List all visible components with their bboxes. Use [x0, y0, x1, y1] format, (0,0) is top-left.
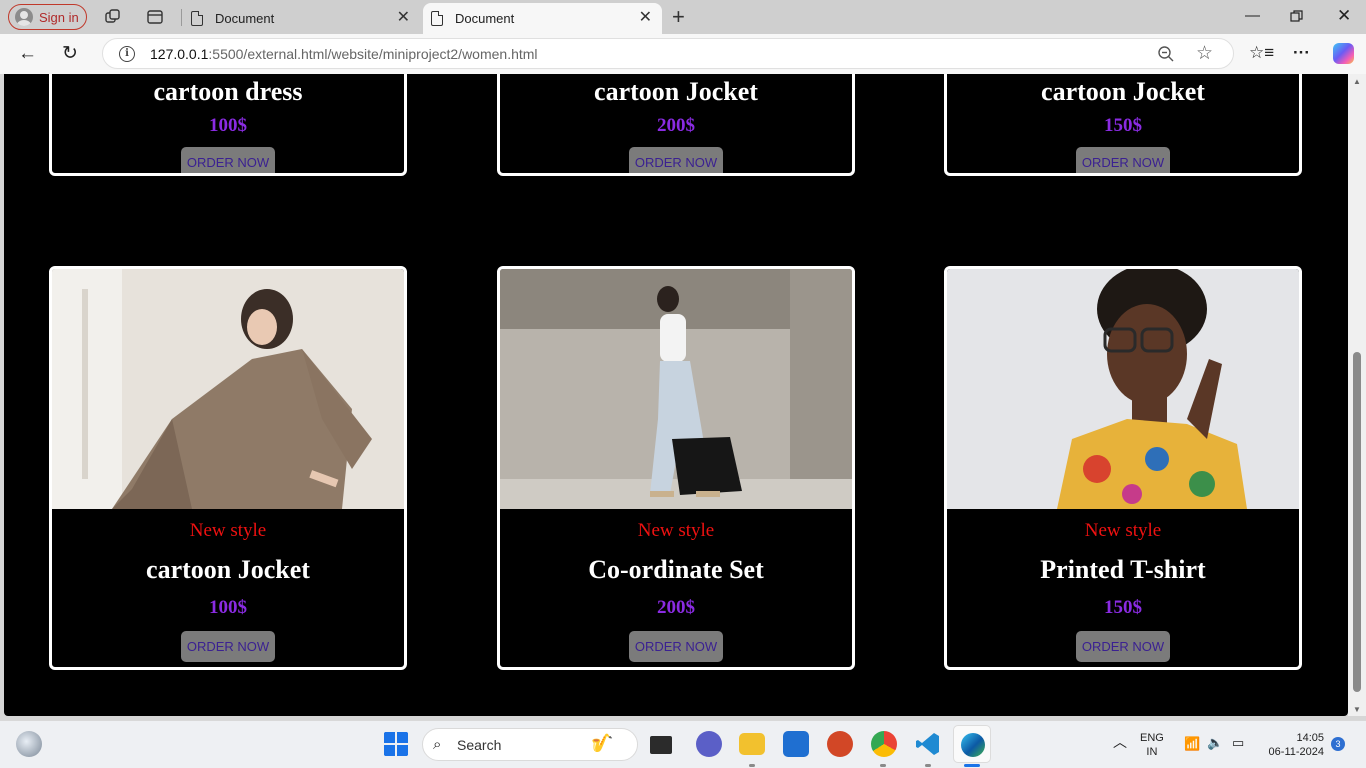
product-tag: New style — [189, 520, 267, 541]
product-photo-woman-with-glasses — [947, 269, 1299, 509]
chrome-icon[interactable] — [871, 731, 897, 757]
order-now-button[interactable]: ORDER NOW — [1076, 147, 1170, 173]
product-price: 150$ — [1104, 115, 1142, 136]
notification-badge[interactable]: 3 — [1331, 737, 1345, 751]
product-tag: New style — [637, 520, 715, 541]
product-name: Printed T-shirt — [1040, 555, 1206, 584]
product-tag: New style — [1084, 520, 1162, 541]
close-window-button[interactable]: ✕ — [1337, 6, 1351, 26]
product-price: 100$ — [209, 115, 247, 136]
workspaces-icon[interactable] — [104, 8, 122, 26]
search-icon: ⌕ — [433, 736, 442, 753]
product-card: cartoon Jocket 150$ ORDER NOW — [944, 74, 1302, 176]
order-now-button[interactable]: ORDER NOW — [181, 631, 275, 662]
scroll-thumb[interactable] — [1353, 352, 1361, 692]
clock[interactable]: 14:05 06-11-2024 — [1262, 731, 1324, 759]
scroll-down-icon[interactable]: ▼ — [1353, 705, 1361, 714]
url-text[interactable]: 127.0.0.1:5500/external.html/website/min… — [150, 46, 538, 62]
product-name: Co-ordinate Set — [588, 555, 764, 584]
tab-document-2[interactable]: Document ✕ — [423, 3, 662, 34]
windows-start-icon[interactable] — [383, 731, 409, 757]
minimize-button[interactable]: — — [1245, 6, 1260, 26]
running-indicator — [749, 764, 755, 767]
page-scrollbar[interactable]: ▲ ▼ — [1348, 74, 1366, 716]
edge-app-active[interactable] — [953, 725, 991, 763]
favorite-star-icon[interactable]: ☆ — [1196, 44, 1213, 63]
product-card: New style Co-ordinate Set 200$ ORDER NOW — [497, 266, 855, 670]
more-menu-icon[interactable]: ··· — [1293, 43, 1310, 63]
back-button[interactable]: ← — [18, 43, 37, 65]
document-icon — [431, 11, 443, 26]
running-indicator — [925, 764, 931, 767]
product-photo-woman-walking-street — [500, 269, 852, 509]
profile-icon — [15, 8, 33, 26]
order-now-button[interactable]: ORDER NOW — [1076, 631, 1170, 662]
product-card: cartoon Jocket 200$ ORDER NOW — [497, 74, 855, 176]
product-price: 150$ — [1104, 597, 1142, 618]
tab-strip: Sign in Document ✕ Document ✕ + — ✕ — [0, 0, 1366, 34]
running-indicator — [880, 764, 886, 767]
tab-separator — [181, 9, 182, 26]
microsoft-store-icon[interactable] — [783, 731, 809, 757]
product-card: cartoon dress 100$ ORDER NOW — [49, 74, 407, 176]
language-indicator[interactable]: ENG IN — [1140, 731, 1164, 759]
taskbar-search[interactable]: ⌕ Search 🎷 — [422, 728, 638, 761]
browser-toolbar: ← ↻ i 127.0.0.1:5500/external.html/websi… — [0, 34, 1366, 74]
taskbar: ⌕ Search 🎷 ︿ ENG IN 📶 🔈 ▭ 14:05 06-11-2024… — [0, 720, 1366, 768]
edge-icon — [961, 733, 985, 757]
product-card: New style cartoon Jocket 100$ ORDER NOW — [49, 266, 407, 670]
close-tab-icon[interactable]: ✕ — [639, 9, 652, 27]
sign-in-button[interactable]: Sign in — [8, 4, 87, 30]
weather-widget-icon[interactable] — [16, 731, 42, 757]
battery-icon[interactable]: ▭ — [1232, 736, 1244, 750]
order-now-button[interactable]: ORDER NOW — [629, 147, 723, 173]
refresh-button[interactable]: ↻ — [62, 43, 78, 65]
product-card: New style Printed T-shirt 150$ ORDER NOW — [944, 266, 1302, 670]
order-now-button[interactable]: ORDER NOW — [629, 631, 723, 662]
search-highlight-icon: 🎷 — [591, 733, 614, 753]
tab-document-1[interactable]: Document ✕ — [183, 3, 420, 34]
close-tab-icon[interactable]: ✕ — [397, 9, 410, 27]
search-placeholder: Search — [457, 737, 502, 753]
product-price: 200$ — [657, 115, 695, 136]
powerpoint-icon[interactable] — [827, 731, 853, 757]
scroll-up-icon[interactable]: ▲ — [1353, 77, 1361, 86]
copilot-icon[interactable] — [1333, 43, 1354, 64]
active-indicator — [964, 764, 980, 767]
teams-chat-icon[interactable] — [696, 731, 722, 757]
product-price: 100$ — [209, 597, 247, 618]
tab-title: Document — [455, 11, 515, 26]
tray-overflow-icon[interactable]: ︿ — [1113, 735, 1127, 749]
order-now-button[interactable]: ORDER NOW — [181, 147, 275, 173]
tab-actions-icon[interactable] — [146, 8, 164, 26]
page-content: cartoon dress 100$ ORDER NOW cartoon Joc… — [4, 74, 1348, 716]
product-name: cartoon Jocket — [1041, 77, 1205, 106]
zoom-out-icon[interactable] — [1157, 45, 1175, 63]
volume-icon[interactable]: 🔈 — [1207, 736, 1223, 750]
product-photo-woman-in-brown-suit — [52, 269, 404, 509]
favorites-icon[interactable]: ☆≡ — [1249, 43, 1274, 63]
address-bar[interactable]: i 127.0.0.1:5500/external.html/website/m… — [102, 38, 1234, 69]
product-name: cartoon Jocket — [146, 555, 310, 584]
file-explorer-icon[interactable] — [739, 733, 765, 755]
vscode-icon[interactable] — [915, 731, 941, 757]
sign-in-label: Sign in — [39, 9, 79, 25]
site-info-icon[interactable]: i — [119, 46, 135, 62]
task-view-icon[interactable] — [650, 736, 672, 754]
tab-title: Document — [215, 11, 275, 26]
new-tab-button[interactable]: + — [672, 3, 685, 31]
product-price: 200$ — [657, 597, 695, 618]
product-name: cartoon dress — [153, 77, 303, 106]
wifi-icon[interactable]: 📶 — [1184, 737, 1200, 751]
document-icon — [191, 11, 203, 26]
product-name: cartoon Jocket — [594, 77, 758, 106]
restore-button[interactable] — [1290, 10, 1303, 23]
